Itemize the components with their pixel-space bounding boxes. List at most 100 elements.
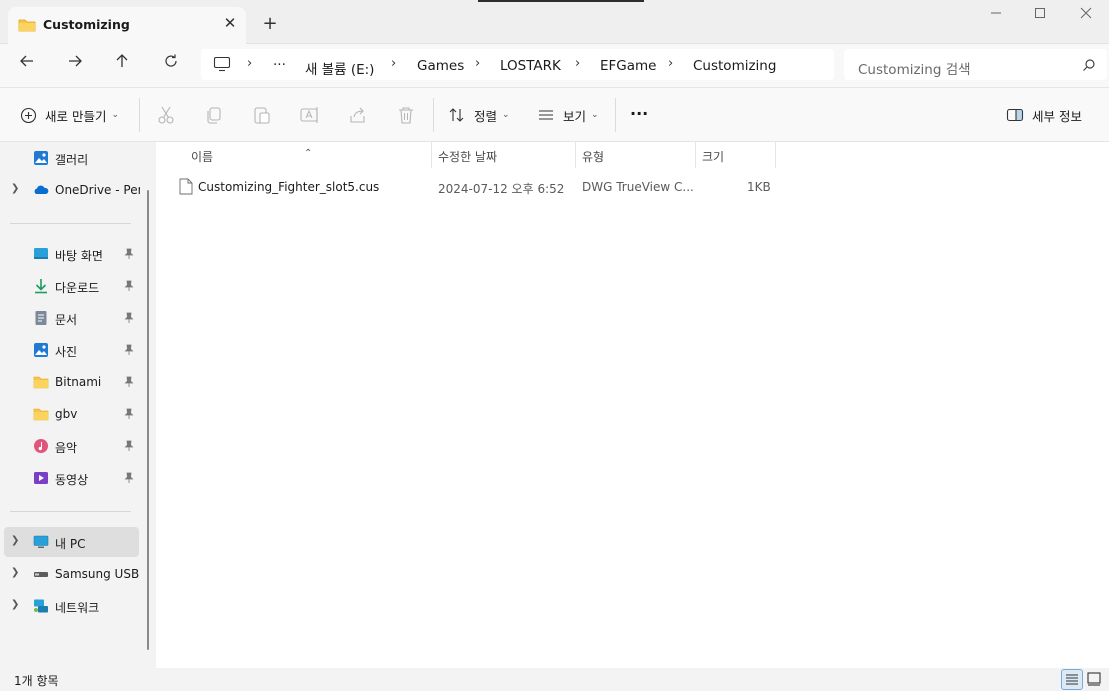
sidebar-item-label: Samsung USB ( xyxy=(55,567,140,581)
pin-icon[interactable] xyxy=(124,280,134,292)
details-view-button[interactable] xyxy=(1061,669,1083,690)
sort-button[interactable]: 정렬 ⌄ xyxy=(448,103,510,127)
delete-icon[interactable] xyxy=(395,104,417,126)
arrow-left-icon xyxy=(20,55,33,67)
copy-icon[interactable] xyxy=(203,104,225,126)
sidebar-item-samsung-usb[interactable]: ❯ Samsung USB ( xyxy=(0,559,140,589)
maximize-button[interactable] xyxy=(1028,6,1052,26)
new-button-label: 새로 만들기 xyxy=(45,108,107,124)
breadcrumb-customizing[interactable]: Customizing xyxy=(693,58,776,74)
chevron-right-icon: › xyxy=(575,56,581,71)
rename-icon[interactable] xyxy=(299,104,321,126)
sidebar-item-videos[interactable]: 동영상 xyxy=(0,463,140,493)
column-header-modified-label: 수정한 날짜 xyxy=(438,150,498,164)
column-header-size[interactable]: 크기 xyxy=(696,142,775,168)
breadcrumb-overflow[interactable]: ··· xyxy=(273,57,286,73)
document-icon xyxy=(35,311,47,325)
cut-icon[interactable] xyxy=(155,104,177,126)
plus-circle-icon xyxy=(20,107,37,123)
folder-icon xyxy=(18,19,36,32)
new-button[interactable]: 새로 만들기 ⌄ xyxy=(20,103,119,127)
network-icon xyxy=(34,599,48,613)
file-row[interactable]: Customizing_Fighter_slot5.cus 2024-07-12… xyxy=(176,176,776,198)
close-window-button[interactable] xyxy=(1074,6,1098,26)
sidebar-item-documents[interactable]: 문서 xyxy=(0,303,140,333)
details-pane-button[interactable]: 세부 정보 xyxy=(1006,103,1082,127)
breadcrumb-games[interactable]: Games xyxy=(417,58,464,74)
navigation-pane: 갤러리 ❯ OneDrive - Pers 바탕 화면 다운로드 문서 사진 B… xyxy=(0,142,156,668)
pin-icon[interactable] xyxy=(124,376,134,388)
sidebar-item-bitnami[interactable]: Bitnami xyxy=(0,367,140,397)
pin-icon[interactable] xyxy=(124,248,134,260)
sidebar-item-label: 갤러리 xyxy=(55,153,89,167)
column-divider[interactable] xyxy=(775,142,776,168)
arrow-up-icon xyxy=(116,54,128,67)
sidebar-item-gallery[interactable]: 갤러리 xyxy=(0,143,140,173)
column-header-size-label: 크기 xyxy=(702,150,725,164)
more-options-button[interactable]: ··· xyxy=(630,101,648,125)
sidebar-item-gbv[interactable]: gbv xyxy=(0,399,140,429)
file-size: 1KB xyxy=(747,180,771,194)
thumbnail-view-icon xyxy=(1087,672,1101,686)
expand-chevron-icon[interactable]: ❯ xyxy=(11,183,19,194)
computer-icon xyxy=(33,535,49,548)
up-button[interactable] xyxy=(108,53,136,77)
view-list-icon xyxy=(539,110,553,120)
sidebar-item-this-pc[interactable]: ❯ 내 PC xyxy=(4,527,139,557)
back-button[interactable] xyxy=(13,53,41,77)
refresh-button[interactable] xyxy=(157,53,185,77)
title-bar: Customizing ✕ + xyxy=(0,0,1109,44)
toolbar-divider xyxy=(433,98,434,132)
download-icon xyxy=(35,279,47,294)
forward-button[interactable] xyxy=(61,53,89,77)
address-bar[interactable]: › ··· 새 볼륨 (E:) › Games › LOSTARK › EFGa… xyxy=(201,49,834,80)
close-tab-icon[interactable]: ✕ xyxy=(220,13,240,33)
sidebar-item-label: 네트워크 xyxy=(55,601,100,615)
sidebar-item-label: OneDrive - Pers xyxy=(55,183,140,197)
pin-icon[interactable] xyxy=(124,472,134,484)
chevron-right-icon: › xyxy=(247,56,253,71)
sort-ascending-icon: ⌃ xyxy=(304,148,313,159)
music-icon xyxy=(34,439,48,453)
sidebar-item-music[interactable]: 음악 xyxy=(0,431,140,461)
toolbar-divider xyxy=(615,98,616,132)
sidebar-divider xyxy=(10,223,131,224)
details-pane-icon xyxy=(1006,108,1024,122)
sidebar-scrollbar[interactable] xyxy=(147,190,149,650)
share-icon[interactable] xyxy=(347,104,369,126)
column-header-modified[interactable]: 수정한 날짜 xyxy=(432,142,575,168)
expand-chevron-icon[interactable]: ❯ xyxy=(11,535,19,546)
refresh-icon xyxy=(165,54,177,67)
breadcrumb-lostark[interactable]: LOSTARK xyxy=(500,58,561,74)
column-header-type[interactable]: 유형 xyxy=(576,142,695,168)
chevron-down-icon: ⌄ xyxy=(111,110,120,120)
minimize-button[interactable] xyxy=(984,6,1008,26)
pin-icon[interactable] xyxy=(124,344,134,356)
sidebar-divider xyxy=(10,511,131,512)
view-button-label: 보기 xyxy=(563,108,587,124)
thumbnail-view-button[interactable] xyxy=(1084,669,1106,690)
sidebar-item-network[interactable]: ❯ 네트워크 xyxy=(0,591,140,621)
pin-icon[interactable] xyxy=(124,440,134,452)
tab-customizing[interactable]: Customizing ✕ xyxy=(8,7,246,44)
file-modified: 2024-07-12 오후 6:52 xyxy=(438,182,565,196)
pin-icon[interactable] xyxy=(124,408,134,420)
breadcrumb-efgame[interactable]: EFGame xyxy=(600,58,657,74)
breadcrumb-drive[interactable]: 새 볼륨 (E:) xyxy=(305,58,374,78)
search-input[interactable]: Customizing 검색 xyxy=(844,49,1107,80)
expand-chevron-icon[interactable]: ❯ xyxy=(11,567,19,578)
column-header-name[interactable]: 이름 ⌃ xyxy=(156,142,431,168)
sort-icon xyxy=(449,108,464,122)
sidebar-item-onedrive[interactable]: ❯ OneDrive - Pers xyxy=(0,175,140,205)
new-tab-button[interactable]: + xyxy=(258,13,282,37)
paste-icon[interactable] xyxy=(251,104,273,126)
sidebar-item-desktop[interactable]: 바탕 화면 xyxy=(0,239,140,269)
view-button[interactable]: 보기 ⌄ xyxy=(537,103,599,127)
expand-chevron-icon[interactable]: ❯ xyxy=(11,599,19,610)
pin-icon[interactable] xyxy=(124,312,134,324)
sidebar-item-pictures[interactable]: 사진 xyxy=(0,335,140,365)
file-name: Customizing_Fighter_slot5.cus xyxy=(198,180,380,194)
sidebar-item-downloads[interactable]: 다운로드 xyxy=(0,271,140,301)
toolbar-divider xyxy=(139,98,140,132)
gallery-icon xyxy=(34,151,48,165)
